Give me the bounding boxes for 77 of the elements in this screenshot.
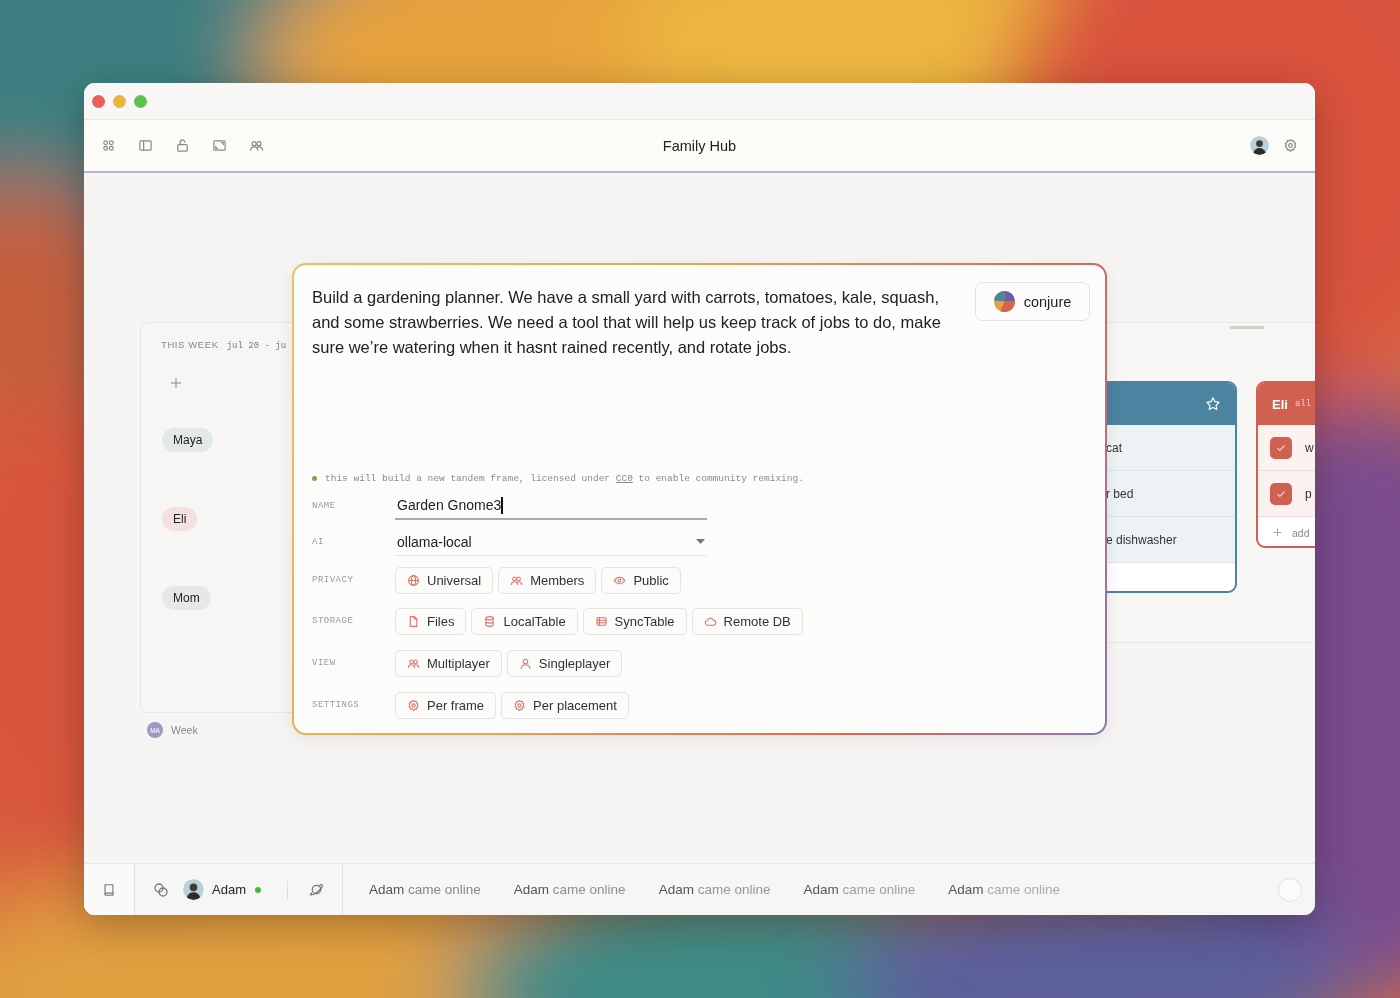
field-label: SETTINGS [312,700,361,710]
people-icon [510,573,524,587]
gear-icon [407,698,420,712]
drag-handle[interactable] [1230,326,1264,329]
book-icon[interactable] [102,882,116,897]
date-range: jul 20 - ju [226,341,287,351]
field-label: NAME [312,501,337,511]
grid-icon[interactable] [101,138,116,153]
card-subtitle: all [1294,399,1312,409]
activity-message: Adam came online [513,882,626,897]
people-icon [407,656,420,670]
caret-icon [696,538,705,545]
star-icon[interactable] [1205,396,1221,412]
sidebar-icon[interactable] [138,138,153,153]
plus-icon[interactable] [1273,528,1282,537]
database-icon [483,614,497,628]
person-icon [518,656,532,670]
prompt-field[interactable]: Build a gardening planner. We have a small yard with carrots, tomatoes, kale, squash, and some strawberries. We need a tool that will help us keep track of jobs to do, make sure we’re watering when it hasnt rained recently, and rotate jobs. [312,285,957,468]
task-text: r bed [1106,486,1134,501]
card-label: Week [171,724,198,736]
option-button[interactable]: Per frame [395,691,497,719]
linked-circles-icon[interactable] [153,881,169,898]
expand-icon[interactable] [212,138,227,153]
activity-message: Adam came online [368,882,481,897]
member-tag[interactable]: Eli [162,507,198,531]
zoom-button[interactable] [134,94,147,108]
option-button[interactable]: LocalTable [471,607,578,635]
option-button[interactable]: Per placement [501,691,629,719]
option-button[interactable]: Public [601,566,681,594]
globe-icon [407,573,420,587]
task-text: e dishwasher [1106,532,1177,547]
task-text: w [1305,440,1314,455]
add-link[interactable]: add [1292,526,1310,539]
checkbox[interactable] [1270,482,1292,505]
close-button[interactable] [92,94,105,108]
people-icon[interactable] [249,138,264,153]
avatar [1250,136,1269,155]
activity-message: Adam came online [948,882,1061,897]
plus-icon[interactable] [170,377,182,389]
field-label: PRIVACY [312,575,355,585]
minimize-button[interactable] [113,94,126,108]
week-label: THIS WEEK [161,339,219,350]
option-button[interactable]: Members [498,566,597,594]
gear-icon [513,698,527,712]
option-button[interactable]: Remote DB [691,607,803,635]
status-dot [312,475,317,481]
license-link[interactable]: CC0 [615,472,633,484]
activity-message: Adam came online [803,882,916,897]
option-button[interactable]: Multiplayer [395,649,502,677]
field-label: STORAGE [312,616,355,626]
member-tag[interactable]: Maya [162,428,214,452]
checkbox[interactable] [1270,436,1292,459]
field-label: AI [312,537,325,547]
license-note: this will build a new tandem frame, licensed under CC0 to enable community remixing. [325,472,804,484]
task-text: cat [1106,440,1122,455]
member-tag[interactable]: Mom [162,586,211,610]
option-button[interactable]: SyncTable [582,607,687,635]
activity-message: Adam came online [658,882,771,897]
file-icon [407,614,420,628]
task-text: p [1305,486,1312,501]
orb-icon [993,291,1015,312]
table-icon [594,614,608,628]
unlocked-lock-icon[interactable] [175,138,190,153]
option-button[interactable]: Universal [395,566,494,594]
card-title: Eli [1272,396,1288,412]
option-button[interactable]: Files [395,607,467,635]
settings-icon[interactable] [1283,138,1298,153]
name-field[interactable]: Garden Gnome3 [395,492,707,520]
text-cursor [501,496,503,514]
field-label: VIEW [312,658,337,668]
model-dropdown[interactable]: ollama-local [395,528,707,556]
window-title: Family Hub [662,137,737,154]
option-button[interactable]: Singleplayer [506,649,623,677]
user-name: Adam [212,882,246,897]
conjure-button[interactable]: conjure [975,282,1090,321]
avatar [183,879,204,900]
planet-icon[interactable] [308,882,324,897]
